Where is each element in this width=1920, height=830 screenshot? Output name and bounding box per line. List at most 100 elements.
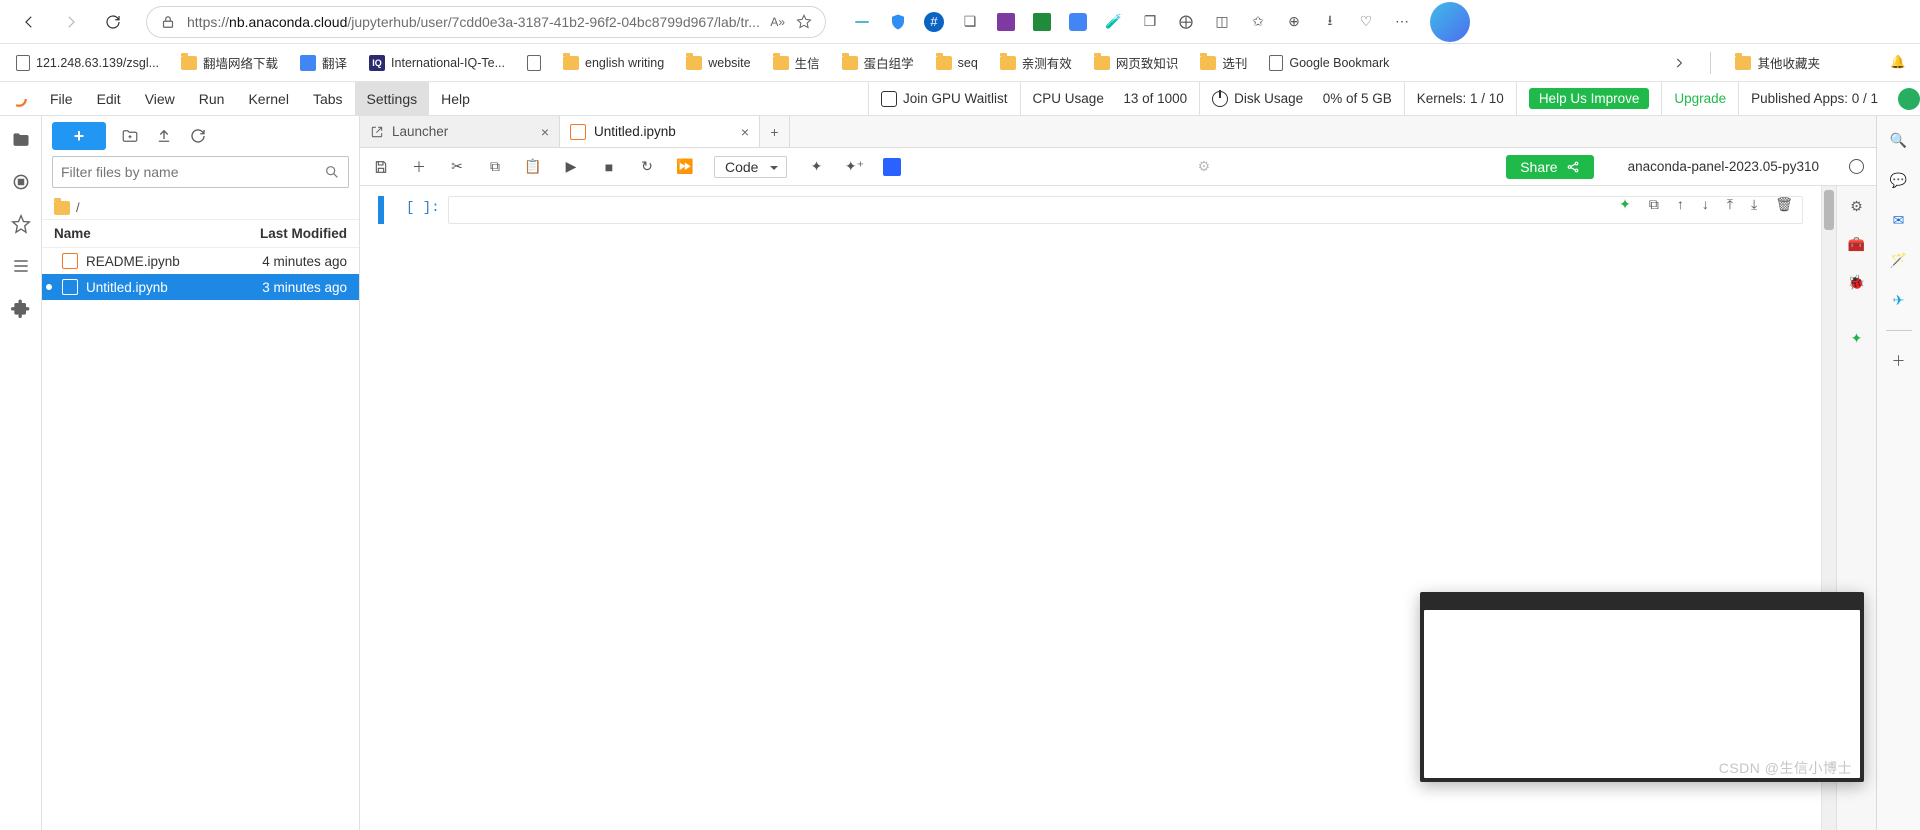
notification-bell-icon[interactable]: 🔔 — [1888, 53, 1908, 73]
cell-delete-icon[interactable]: 🗑 — [1775, 196, 1793, 213]
col-modified[interactable]: Last Modified — [260, 226, 347, 241]
new-folder-icon[interactable] — [120, 126, 140, 146]
run-all-icon[interactable]: ⏩ — [676, 158, 694, 176]
add-tab-button[interactable]: + — [760, 116, 790, 147]
upgrade-button[interactable]: Upgrade — [1661, 82, 1738, 115]
restart-icon[interactable]: ↻ — [638, 158, 656, 176]
menu-help[interactable]: Help — [429, 82, 482, 115]
ext-shield-icon[interactable] — [888, 12, 908, 32]
stop-icon[interactable]: ■ — [600, 158, 618, 176]
bookmark-item[interactable]: 亲测有效 — [996, 51, 1076, 74]
bookmark-item[interactable]: 121.248.63.139/zsgl... — [12, 53, 163, 73]
cell-insert-below-icon[interactable]: ⤓ — [1751, 196, 1757, 213]
edge-send-icon[interactable]: ✈ — [1889, 290, 1909, 310]
ext-puzzle-icon[interactable]: ⨁ — [1176, 12, 1196, 32]
ai-sidebar-icon[interactable]: ✦ — [1847, 328, 1867, 348]
bookmarks-overflow[interactable] — [1668, 54, 1690, 72]
cell-ai-icon[interactable]: ✦ — [1619, 196, 1631, 213]
copilot-button[interactable] — [1430, 2, 1470, 42]
cell-insert-above-icon[interactable]: ⤒ — [1727, 196, 1733, 213]
share-button[interactable]: Share — [1506, 155, 1593, 179]
reader-mode[interactable]: A» — [770, 15, 785, 29]
run-icon[interactable]: ▶ — [562, 158, 580, 176]
close-icon[interactable]: × — [541, 124, 549, 140]
kernel-name[interactable]: anaconda-panel-2023.05-py310 — [1628, 159, 1819, 174]
more-icon[interactable]: ⋯ — [1392, 12, 1412, 32]
ext-copy-icon[interactable]: ❐ — [1140, 12, 1160, 32]
bookmark-item[interactable]: 选刊 — [1196, 51, 1251, 74]
kernel-status-icon[interactable] — [1849, 159, 1864, 174]
refresh-filebrowser-icon[interactable] — [188, 126, 208, 146]
other-bookmarks[interactable]: 其他收藏夹 — [1731, 51, 1824, 74]
ext-onenote-icon[interactable] — [996, 12, 1016, 32]
copy-icon[interactable]: ⧉ — [486, 158, 504, 176]
bookmark-item[interactable]: 网页致知识 — [1090, 51, 1183, 74]
close-icon[interactable]: × — [741, 124, 749, 140]
edge-search-icon[interactable]: 🔍 — [1889, 130, 1909, 150]
ext-translate-icon[interactable] — [1068, 12, 1088, 32]
filter-files-input[interactable] — [52, 156, 349, 188]
collections-icon[interactable]: ⊕ — [1284, 12, 1304, 32]
cell-editor[interactable] — [448, 196, 1803, 224]
forward-button[interactable] — [54, 5, 88, 39]
menu-kernel[interactable]: Kernel — [236, 82, 300, 115]
edge-chat-icon[interactable]: 💬 — [1889, 170, 1909, 190]
toc-tab-icon[interactable] — [11, 256, 31, 276]
col-name[interactable]: Name — [54, 226, 91, 241]
new-launcher-button[interactable]: + — [52, 122, 106, 150]
refresh-button[interactable] — [96, 5, 130, 39]
filter-input-field[interactable] — [61, 164, 324, 180]
settings-gear-icon[interactable]: ⚙ — [1195, 158, 1213, 176]
cell-move-up-icon[interactable]: ↑ — [1677, 196, 1684, 213]
star-icon[interactable] — [795, 13, 813, 31]
menu-tabs[interactable]: Tabs — [301, 82, 355, 115]
extensions-tab-icon[interactable] — [11, 298, 31, 318]
preview-thumbnail[interactable] — [1420, 592, 1864, 782]
bookmark-item[interactable]: 蛋白组学 — [838, 51, 918, 74]
ext-excel-icon[interactable] — [1032, 12, 1052, 32]
toolbox-icon[interactable]: 🧰 — [1847, 234, 1867, 254]
menu-settings[interactable]: Settings — [355, 82, 430, 115]
help-improve-button[interactable]: Help Us Improve — [1516, 82, 1662, 115]
breadcrumb[interactable]: / — [42, 196, 359, 219]
ai-assist-plus-icon[interactable]: ✦⁺ — [845, 158, 863, 176]
running-tab-icon[interactable] — [11, 172, 31, 192]
bookmark-item[interactable] — [523, 53, 545, 73]
bug-icon[interactable]: 🐞 — [1847, 272, 1867, 292]
bookmark-item[interactable]: website — [682, 54, 754, 72]
form-icon[interactable] — [883, 158, 901, 176]
bookmark-item[interactable]: 翻译 — [296, 51, 351, 74]
menu-run[interactable]: Run — [187, 82, 237, 115]
favorites-icon[interactable]: ✩ — [1248, 12, 1268, 32]
performance-icon[interactable]: ♡ — [1356, 12, 1376, 32]
cell-type-select[interactable]: Code — [714, 156, 787, 178]
ai-assist-icon[interactable]: ✦ — [807, 158, 825, 176]
file-row[interactable]: README.ipynb 4 minutes ago — [42, 248, 359, 274]
gpu-waitlist-button[interactable]: Join GPU Waitlist — [868, 82, 1020, 115]
save-icon[interactable] — [372, 158, 390, 176]
tab-notebook[interactable]: Untitled.ipynb× — [560, 116, 760, 147]
tab-launcher[interactable]: Launcher× — [360, 116, 560, 147]
jupyter-logo[interactable] — [0, 82, 38, 116]
menu-edit[interactable]: Edit — [85, 82, 133, 115]
ext-page-icon[interactable]: ❏ — [960, 12, 980, 32]
cell-collapser[interactable] — [378, 196, 384, 224]
address-bar[interactable]: https://nb.anaconda.cloud/jupyterhub/use… — [146, 6, 826, 38]
bookmark-item[interactable]: IQInternational-IQ-Te... — [365, 53, 509, 73]
cell-duplicate-icon[interactable]: ⧉ — [1649, 196, 1659, 213]
bookmark-item[interactable]: 生信 — [769, 51, 824, 74]
menu-view[interactable]: View — [133, 82, 187, 115]
cut-icon[interactable]: ✂ — [448, 158, 466, 176]
filebrowser-tab-icon[interactable] — [11, 130, 31, 150]
bookmark-item[interactable]: Google Bookmark — [1265, 53, 1393, 73]
bookmark-item[interactable]: english writing — [559, 54, 668, 72]
bookmark-item[interactable]: seq — [932, 54, 982, 72]
user-avatar[interactable] — [1898, 88, 1920, 110]
upload-icon[interactable] — [154, 126, 174, 146]
add-cell-icon[interactable]: ＋ — [410, 158, 428, 176]
edge-wand-icon[interactable]: 🪄 — [1889, 250, 1909, 270]
ext-split-icon[interactable]: ◫ — [1212, 12, 1232, 32]
ext-lab-icon[interactable]: 🧪 — [1104, 12, 1124, 32]
launcher-tab-icon[interactable] — [11, 214, 31, 234]
edge-add-icon[interactable]: ＋ — [1889, 351, 1909, 371]
